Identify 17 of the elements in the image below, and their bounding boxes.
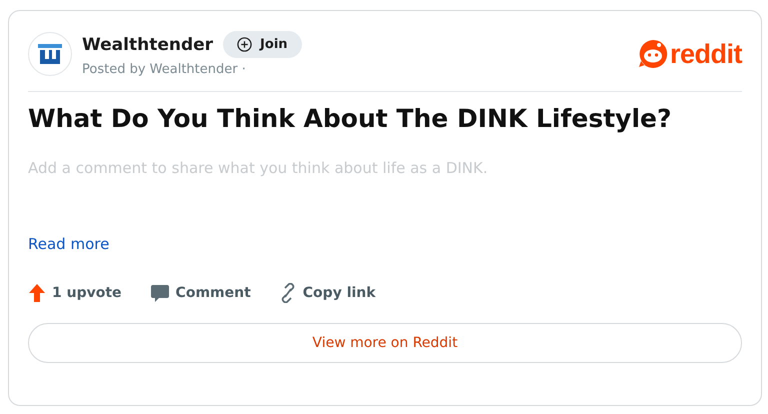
speech-bubble-icon — [150, 283, 170, 303]
post-title: What Do You Think About The DINK Lifestyle? — [28, 104, 672, 133]
community-avatar[interactable] — [28, 32, 72, 76]
plus-icon — [237, 37, 252, 52]
community-name[interactable]: Wealthtender — [82, 34, 214, 54]
mascot-icon — [638, 39, 668, 69]
upvote-arrow-icon — [28, 283, 46, 303]
posted-by-text: Posted by Wealthtender · — [82, 62, 247, 77]
reddit-logo: reddit — [670, 38, 742, 70]
join-button[interactable]: Join — [223, 31, 302, 58]
comment-button[interactable]: Comment — [150, 283, 251, 303]
view-more-button[interactable]: View more on Reddit — [28, 323, 742, 363]
logo-icon — [37, 41, 63, 67]
link-button[interactable]: Copy link — [278, 283, 376, 303]
read-more-link[interactable]: Read more — [28, 235, 110, 253]
post-body: Add a comment to share what you think about life as a DINK. — [28, 159, 489, 177]
upvote-button[interactable]: 1 upvote — [28, 283, 122, 303]
